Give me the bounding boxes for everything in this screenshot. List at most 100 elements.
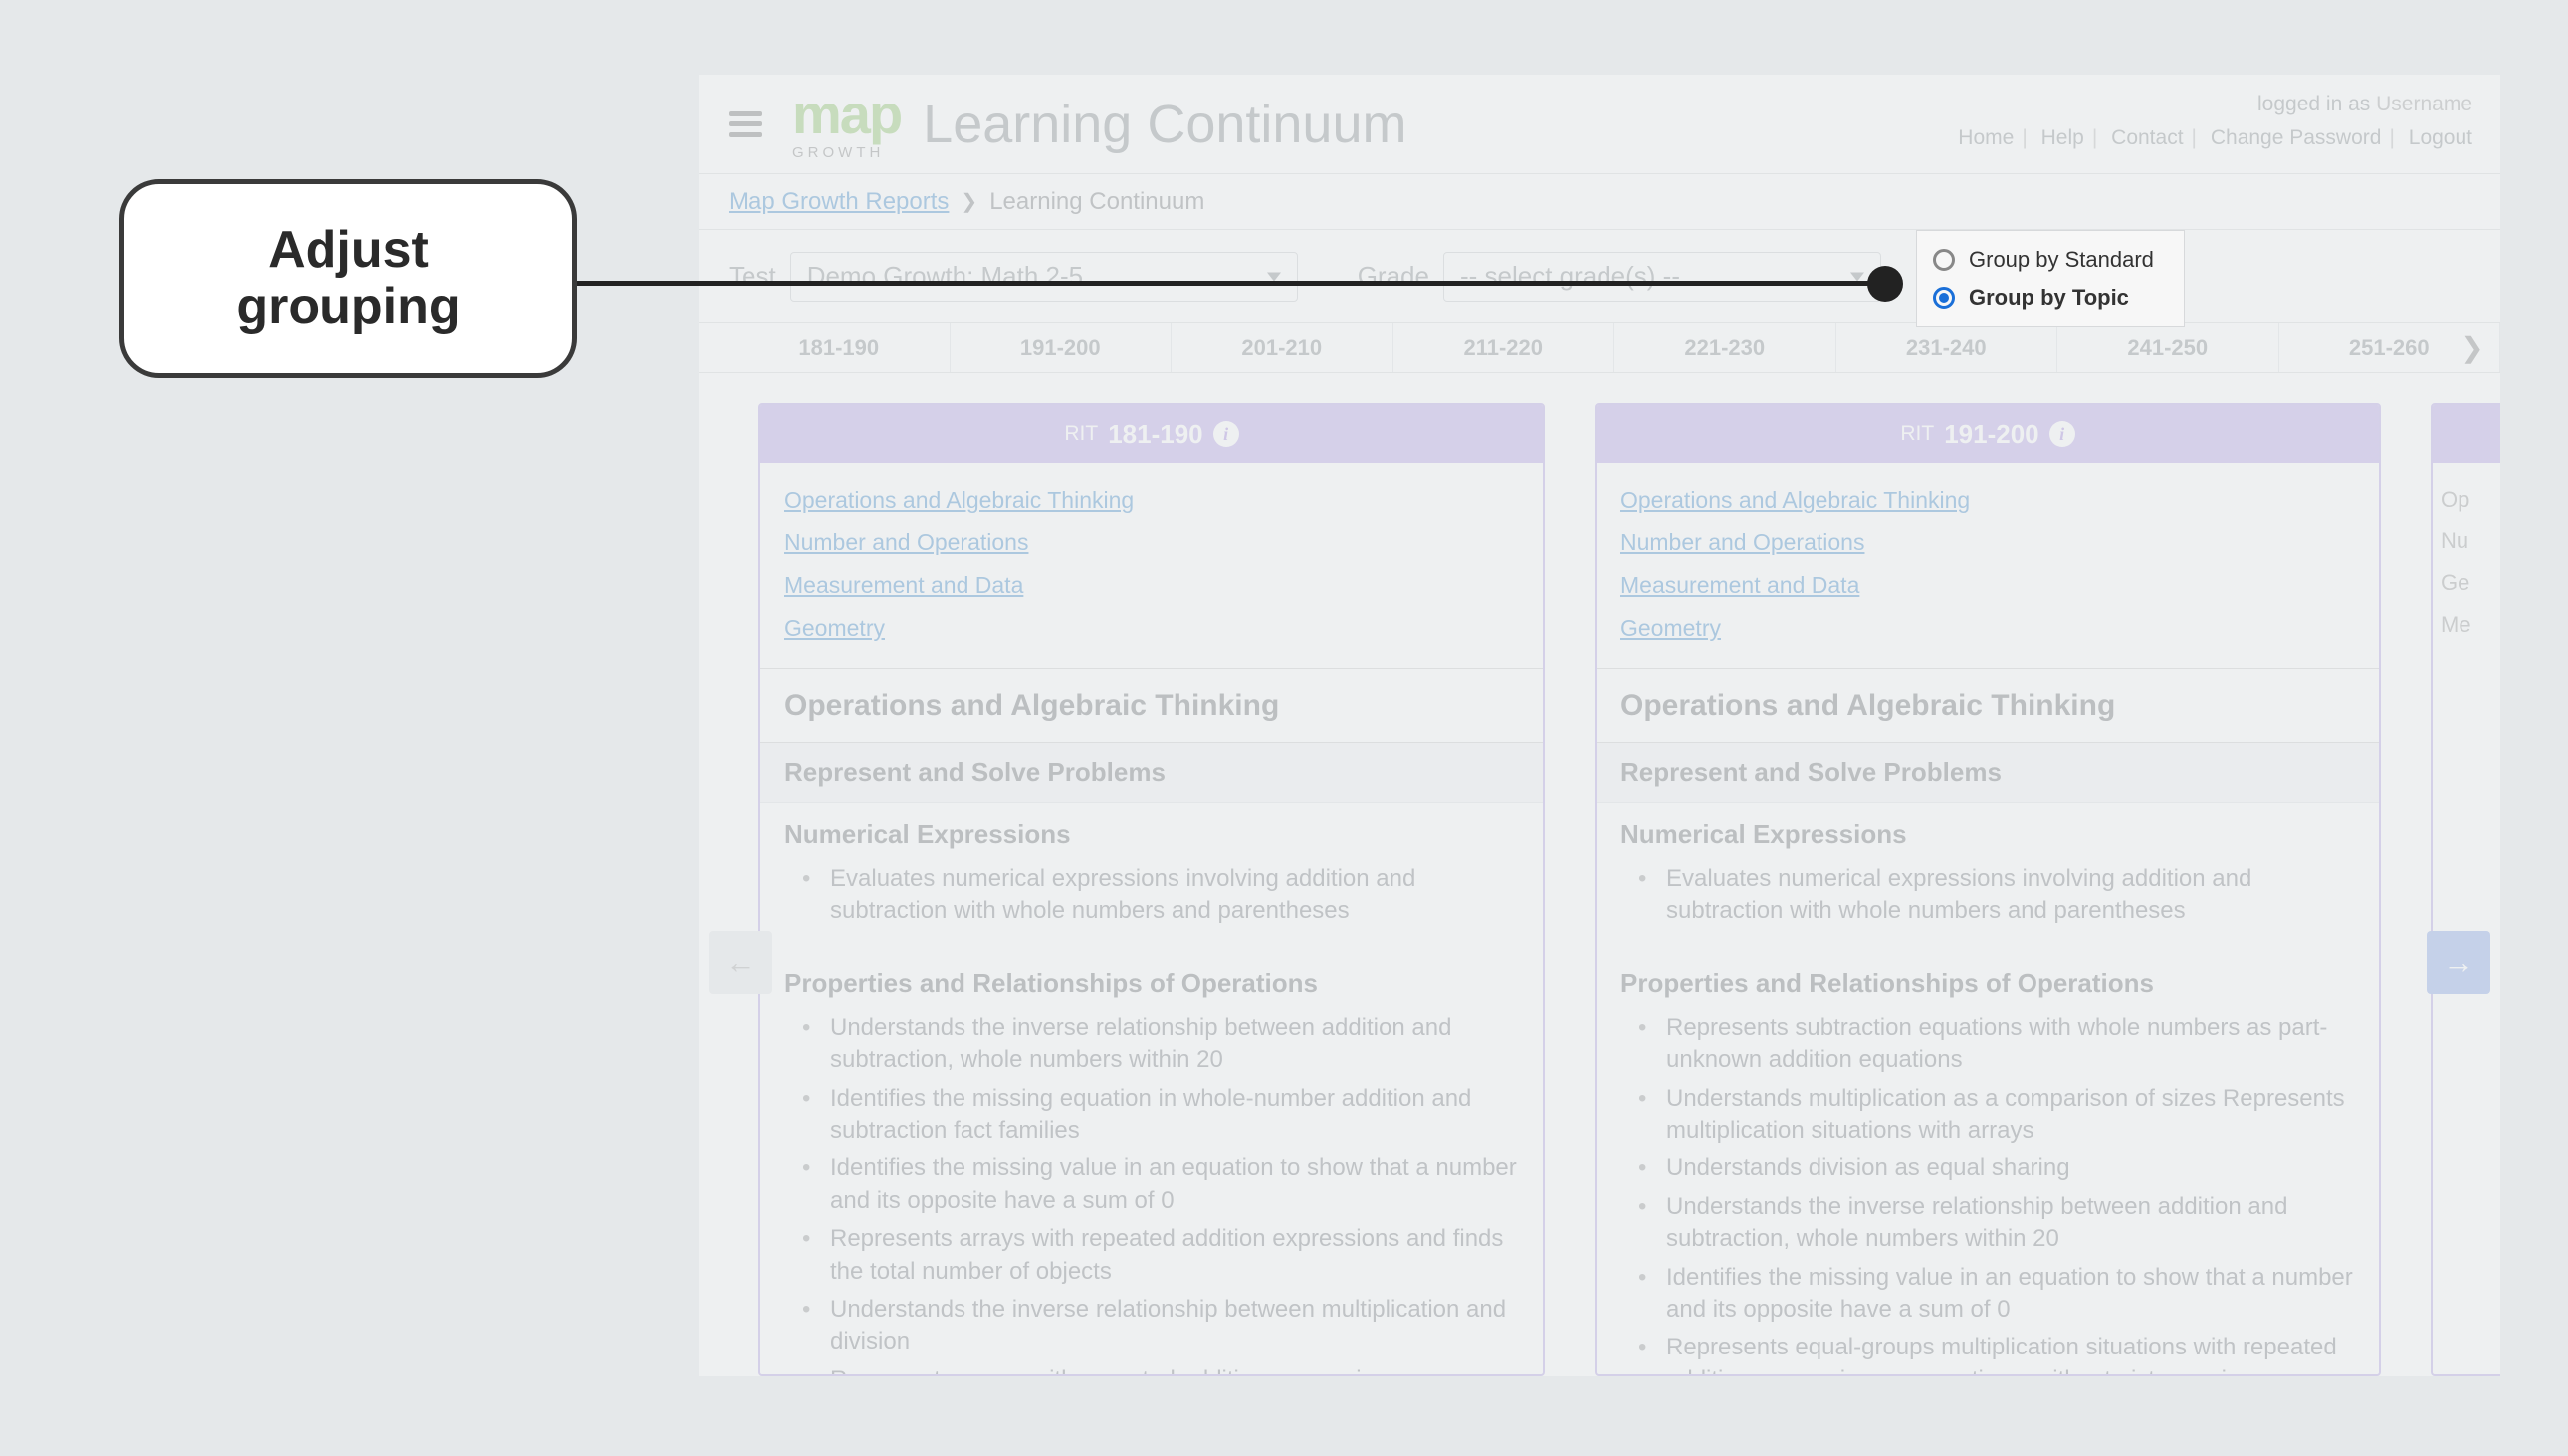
radio-icon-selected <box>1933 287 1955 309</box>
content-block: Properties and Relationships of Operatio… <box>1597 952 2379 1376</box>
app-window: map GROWTH Learning Continuum logged in … <box>699 75 2500 1376</box>
breadcrumb-current: Learning Continuum <box>989 188 1204 216</box>
username-display: Username <box>2376 93 2472 115</box>
test-dropdown-value: Demo Growth: Math 2-5 <box>807 261 1083 292</box>
content-block: Numerical Expressions Evaluates numerica… <box>760 803 1543 952</box>
topic-link[interactable]: Number and Operations <box>784 521 1519 564</box>
breadcrumb-root-link[interactable]: Map Growth Reports <box>729 188 949 216</box>
rit-band-tabs: 181-190 191-200 201-210 211-220 221-230 … <box>699 323 2500 373</box>
topic-link[interactable]: Number and Operations <box>1620 521 2355 564</box>
rit-tab[interactable]: 241-250 <box>2057 323 2279 372</box>
nav-contact-link[interactable]: Contact <box>2111 126 2183 149</box>
rit-tab[interactable]: 191-200 <box>951 323 1173 372</box>
nav-change-password-link[interactable]: Change Password <box>2211 126 2382 149</box>
rit-prefix: RIT <box>1064 422 1098 446</box>
rit-tabs-next-icon[interactable]: ❯ <box>2455 323 2490 372</box>
skill-item: Represents arrays with repeated addition… <box>802 1220 1519 1291</box>
block-heading: Properties and Relationships of Operatio… <box>1620 968 2355 999</box>
chevron-right-icon: ❯ <box>961 189 977 214</box>
section-title: Operations and Algebraic Thinking <box>760 668 1543 743</box>
topic-link[interactable]: Geometry <box>1620 607 2355 650</box>
grade-dropdown[interactable]: -- select grade(s) -- <box>1443 252 1881 302</box>
group-by-topic-radio[interactable]: Group by Topic <box>1933 279 2168 316</box>
rit-card-header: RIT 191-200 i <box>1597 405 2379 463</box>
rit-tab[interactable]: 231-240 <box>1836 323 2058 372</box>
section-title: Operations and Algebraic Thinking <box>1597 668 2379 743</box>
logo-sub-text: GROWTH <box>792 144 901 161</box>
grade-dropdown-value: -- select grade(s) -- <box>1460 261 1680 292</box>
skill-item: Identifies the missing value in an equat… <box>802 1149 1519 1220</box>
skill-item: Evaluates numerical expressions involvin… <box>802 860 1519 931</box>
nav-logout-link[interactable]: Logout <box>2409 126 2472 149</box>
rit-range: 181-190 <box>1108 419 1202 450</box>
rit-card-191-200: RIT 191-200 i Operations and Algebraic T… <box>1595 403 2381 1376</box>
block-heading: Properties and Relationships of Operatio… <box>784 968 1519 999</box>
skill-item: Understands division as equal sharing <box>1638 1149 2355 1187</box>
callout-connector-dot <box>1867 266 1903 302</box>
block-heading: Numerical Expressions <box>1620 819 2355 850</box>
content-area: ← → RIT 181-190 i Operations and Algebra… <box>699 373 2500 1376</box>
callout-connector-line <box>577 281 1881 286</box>
rit-card-partial: Op Nu Ge Me <box>2431 403 2500 1376</box>
rit-prefix: RIT <box>1900 422 1934 446</box>
cards-next-button[interactable]: → <box>2427 931 2490 994</box>
skill-item: Evaluates numerical expressions involvin… <box>1638 860 2355 931</box>
topic-link[interactable]: Measurement and Data <box>1620 564 2355 607</box>
breadcrumb: Map Growth Reports ❯ Learning Continuum <box>699 174 2500 230</box>
subsection-title: Represent and Solve Problems <box>1597 743 2379 803</box>
header-nav-links: Home| Help| Contact| Change Password| Lo… <box>1958 126 2472 150</box>
content-block: Numerical Expressions Evaluates numerica… <box>1597 803 2379 952</box>
partial-text: Nu <box>2441 520 2500 562</box>
topic-link[interactable]: Geometry <box>784 607 1519 650</box>
rit-card-links: Operations and Algebraic Thinking Number… <box>760 463 1543 668</box>
group-by-standard-radio[interactable]: Group by Standard <box>1933 241 2168 279</box>
topic-link[interactable]: Operations and Algebraic Thinking <box>1620 479 2355 521</box>
group-by-topic-label: Group by Topic <box>1969 285 2129 311</box>
app-logo: map GROWTH <box>792 87 901 161</box>
page-title: Learning Continuum <box>923 94 1406 155</box>
rit-range: 191-200 <box>1944 419 2038 450</box>
filters-row: Test Demo Growth: Math 2-5 Grade -- sele… <box>699 230 2500 323</box>
content-block: Properties and Relationships of Operatio… <box>760 952 1543 1376</box>
callout-text-2: grouping <box>236 279 460 335</box>
topic-link[interactable]: Measurement and Data <box>784 564 1519 607</box>
skill-item: Understands the inverse relationship bet… <box>1638 1188 2355 1259</box>
logo-main-text: map <box>792 87 901 142</box>
callout-text-1: Adjust <box>268 222 429 279</box>
rit-tab[interactable]: 221-230 <box>1614 323 1836 372</box>
rit-tab[interactable]: 201-210 <box>1172 323 1393 372</box>
radio-icon <box>1933 249 1955 271</box>
skill-item: Understands the inverse relationship bet… <box>802 1009 1519 1080</box>
skill-item: Understands multiplication as a comparis… <box>1638 1080 2355 1150</box>
rit-tab[interactable]: 211-220 <box>1393 323 1615 372</box>
callout-bubble: Adjust grouping <box>119 179 577 378</box>
nav-help-link[interactable]: Help <box>2041 126 2084 149</box>
group-by-standard-label: Group by Standard <box>1969 247 2154 273</box>
skill-item: Identifies the missing value in an equat… <box>1638 1259 2355 1330</box>
info-icon[interactable]: i <box>2049 421 2075 447</box>
rit-card-links: Operations and Algebraic Thinking Number… <box>1597 463 2379 668</box>
partial-text: Op <box>2441 479 2500 520</box>
test-dropdown[interactable]: Demo Growth: Math 2-5 <box>790 252 1298 302</box>
topic-link[interactable]: Operations and Algebraic Thinking <box>784 479 1519 521</box>
skill-item: Understands the inverse relationship bet… <box>802 1291 1519 1361</box>
nav-home-link[interactable]: Home <box>1958 126 2014 149</box>
hamburger-icon[interactable] <box>729 111 762 137</box>
header-user-area: logged in as Username Home| Help| Contac… <box>1958 93 2472 150</box>
skill-item: Represents arrays with repeated addition… <box>802 1361 1519 1376</box>
partial-text: Ge <box>2441 562 2500 604</box>
subsection-title: Represent and Solve Problems <box>760 743 1543 803</box>
rit-card-header <box>2433 405 2500 463</box>
skill-item: Represents equal-groups multiplication s… <box>1638 1329 2355 1376</box>
partial-text: Me <box>2441 604 2500 646</box>
grouping-options: Group by Standard Group by Topic <box>1916 230 2185 327</box>
rit-tab[interactable]: 181-190 <box>729 323 951 372</box>
cards-prev-button[interactable]: ← <box>709 931 772 994</box>
info-icon[interactable]: i <box>1213 421 1239 447</box>
test-filter-label: Test <box>729 261 776 292</box>
skill-item: Represents subtraction equations with wh… <box>1638 1009 2355 1080</box>
rit-card-181-190: RIT 181-190 i Operations and Algebraic T… <box>758 403 1545 1376</box>
grade-filter-label: Grade <box>1358 261 1429 292</box>
block-heading: Numerical Expressions <box>784 819 1519 850</box>
skill-item: Identifies the missing equation in whole… <box>802 1080 1519 1150</box>
